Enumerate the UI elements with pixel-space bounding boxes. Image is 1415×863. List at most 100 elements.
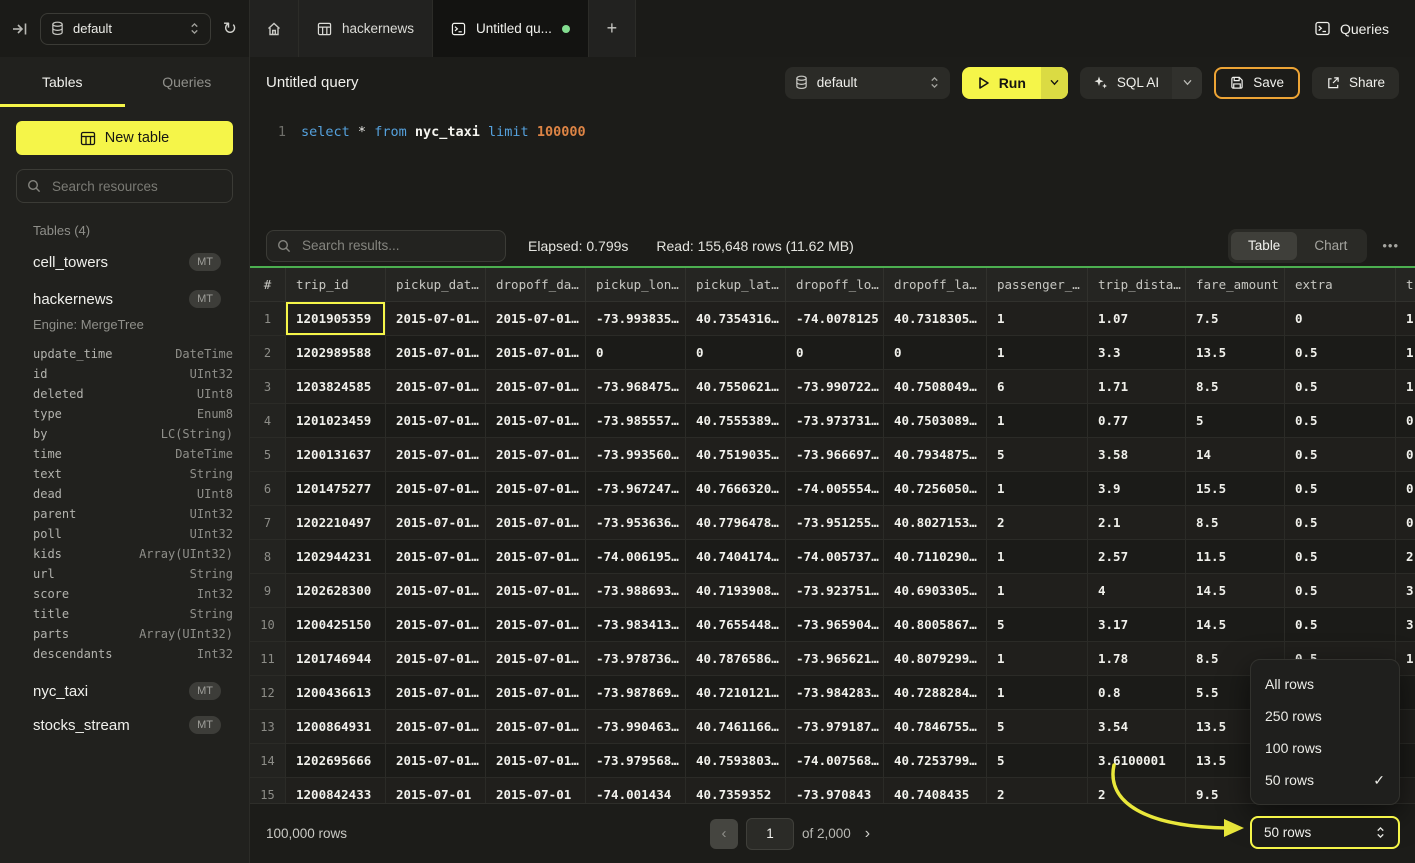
cell[interactable]: 1200425150 bbox=[286, 608, 386, 642]
dropdown-item[interactable]: 50 rows✓ bbox=[1251, 764, 1399, 796]
cell[interactable]: 2 bbox=[987, 778, 1088, 803]
column-header[interactable]: trip_dista… bbox=[1088, 268, 1186, 302]
cell[interactable]: 3.9 bbox=[1088, 472, 1186, 506]
cell[interactable]: 40.7253799… bbox=[884, 744, 987, 778]
cell[interactable]: 14.5 bbox=[1186, 608, 1285, 642]
cell[interactable]: 3 bbox=[1396, 608, 1415, 642]
cell[interactable]: -73.951255… bbox=[786, 506, 884, 540]
cell[interactable]: -74.007568… bbox=[786, 744, 884, 778]
column-row[interactable]: update_timeDateTime bbox=[33, 344, 233, 364]
cell[interactable]: 2015-07-01… bbox=[486, 540, 586, 574]
cell[interactable]: 8.5 bbox=[1186, 370, 1285, 404]
cell[interactable]: 2 bbox=[1396, 540, 1415, 574]
sidebar-item-nyc-taxi[interactable]: nyc_taxi MT bbox=[33, 682, 221, 700]
cell[interactable]: 1201746944 bbox=[286, 642, 386, 676]
column-header[interactable]: extra bbox=[1285, 268, 1396, 302]
query-database-selector[interactable]: default bbox=[785, 67, 950, 99]
sidebar-item-stocks-stream[interactable]: stocks_stream MT bbox=[33, 716, 221, 734]
cell[interactable]: 1.71 bbox=[1088, 370, 1186, 404]
cell[interactable]: 6 bbox=[987, 370, 1088, 404]
column-header[interactable]: pickup_dat… bbox=[386, 268, 486, 302]
cell[interactable]: 1202989588 bbox=[286, 336, 386, 370]
cell[interactable]: 40.7876586… bbox=[686, 642, 786, 676]
share-button[interactable]: Share bbox=[1312, 67, 1399, 99]
cell[interactable]: 5 bbox=[987, 438, 1088, 472]
cell[interactable]: -73.968475… bbox=[586, 370, 686, 404]
cell[interactable]: 0.5 bbox=[1285, 608, 1396, 642]
cell[interactable]: -73.990722… bbox=[786, 370, 884, 404]
cell[interactable]: -73.966697… bbox=[786, 438, 884, 472]
cell[interactable]: 2015-07-01… bbox=[386, 574, 486, 608]
cell[interactable]: 40.7555389… bbox=[686, 404, 786, 438]
cell[interactable]: 0.77 bbox=[1088, 404, 1186, 438]
cell[interactable]: -74.001434 bbox=[586, 778, 686, 803]
dropdown-item[interactable]: All rows bbox=[1251, 668, 1399, 700]
sidebar-item-cell-towers[interactable]: cell_towers MT bbox=[33, 253, 221, 271]
cell[interactable]: 1 bbox=[987, 302, 1088, 336]
cell[interactable]: 1 bbox=[987, 472, 1088, 506]
cell[interactable]: 40.6903305… bbox=[884, 574, 987, 608]
cell[interactable]: 0.5 bbox=[1285, 438, 1396, 472]
toggle-chart[interactable]: Chart bbox=[1297, 232, 1364, 260]
column-header[interactable]: t bbox=[1396, 268, 1415, 302]
column-header[interactable]: passenger_… bbox=[987, 268, 1088, 302]
cell[interactable]: -73.978736… bbox=[586, 642, 686, 676]
collapse-sidebar-icon[interactable] bbox=[12, 22, 28, 36]
row-number[interactable]: 13 bbox=[250, 710, 286, 744]
cell[interactable]: 40.7256050… bbox=[884, 472, 987, 506]
cell[interactable]: 2015-07-01… bbox=[486, 710, 586, 744]
dropdown-item[interactable]: 100 rows bbox=[1251, 732, 1399, 764]
column-header[interactable]: dropoff_da… bbox=[486, 268, 586, 302]
page-number-input[interactable] bbox=[746, 818, 794, 850]
cell[interactable]: 3 bbox=[1396, 574, 1415, 608]
cell[interactable]: 1 bbox=[1396, 302, 1415, 336]
column-row[interactable]: descendantsInt32 bbox=[33, 644, 233, 664]
cell[interactable]: 1200842433 bbox=[286, 778, 386, 803]
column-row[interactable]: typeEnum8 bbox=[33, 404, 233, 424]
cell[interactable]: 40.7934875… bbox=[884, 438, 987, 472]
cell[interactable]: 0 bbox=[786, 336, 884, 370]
cell[interactable]: 1 bbox=[987, 540, 1088, 574]
column-header[interactable]: pickup_lat… bbox=[686, 268, 786, 302]
column-row[interactable]: deletedUInt8 bbox=[33, 384, 233, 404]
column-header[interactable]: pickup_lon… bbox=[586, 268, 686, 302]
rows-per-page-select[interactable]: 50 rows bbox=[1250, 816, 1400, 849]
cell[interactable]: 1202944231 bbox=[286, 540, 386, 574]
cell[interactable]: 5 bbox=[987, 710, 1088, 744]
cell[interactable]: 0 bbox=[884, 336, 987, 370]
search-results-input[interactable] bbox=[300, 237, 495, 254]
more-options-icon[interactable]: ••• bbox=[1382, 238, 1399, 253]
cell[interactable]: 0 bbox=[1396, 472, 1415, 506]
column-header[interactable]: # bbox=[250, 268, 286, 302]
cell[interactable]: 2015-07-01… bbox=[486, 438, 586, 472]
cell[interactable]: 2015-07-01… bbox=[486, 370, 586, 404]
cell[interactable]: 2015-07-01… bbox=[486, 574, 586, 608]
sidebar-tab-queries[interactable]: Queries bbox=[125, 57, 250, 107]
cell[interactable]: -73.923751… bbox=[786, 574, 884, 608]
cell[interactable]: -73.979187… bbox=[786, 710, 884, 744]
row-number[interactable]: 3 bbox=[250, 370, 286, 404]
cell[interactable]: 2015-07-01… bbox=[386, 506, 486, 540]
row-number[interactable]: 5 bbox=[250, 438, 286, 472]
cell[interactable]: -74.0078125 bbox=[786, 302, 884, 336]
row-number[interactable]: 6 bbox=[250, 472, 286, 506]
cell[interactable]: 0.5 bbox=[1285, 540, 1396, 574]
row-number[interactable]: 12 bbox=[250, 676, 286, 710]
sidebar-tab-tables[interactable]: Tables bbox=[0, 57, 125, 107]
cell[interactable]: 4 bbox=[1088, 574, 1186, 608]
cell[interactable]: 40.7404174… bbox=[686, 540, 786, 574]
cell[interactable]: 40.7110290… bbox=[884, 540, 987, 574]
cell[interactable]: -73.993835… bbox=[586, 302, 686, 336]
search-resources-input[interactable] bbox=[50, 178, 222, 195]
cell[interactable]: -73.970843 bbox=[786, 778, 884, 803]
sql-editor[interactable]: 1 select * from nyc_taxi limit 100000 bbox=[250, 108, 1415, 225]
column-row[interactable]: parentUInt32 bbox=[33, 504, 233, 524]
row-number[interactable]: 9 bbox=[250, 574, 286, 608]
cell[interactable]: 2015-07-01 bbox=[486, 778, 586, 803]
cell[interactable]: 40.7796478… bbox=[686, 506, 786, 540]
column-header[interactable]: trip_id bbox=[286, 268, 386, 302]
cell[interactable]: 2015-07-01… bbox=[386, 302, 486, 336]
cell[interactable]: 13.5 bbox=[1186, 336, 1285, 370]
cell[interactable]: -73.988693… bbox=[586, 574, 686, 608]
queries-button[interactable]: Queries bbox=[1314, 21, 1389, 37]
